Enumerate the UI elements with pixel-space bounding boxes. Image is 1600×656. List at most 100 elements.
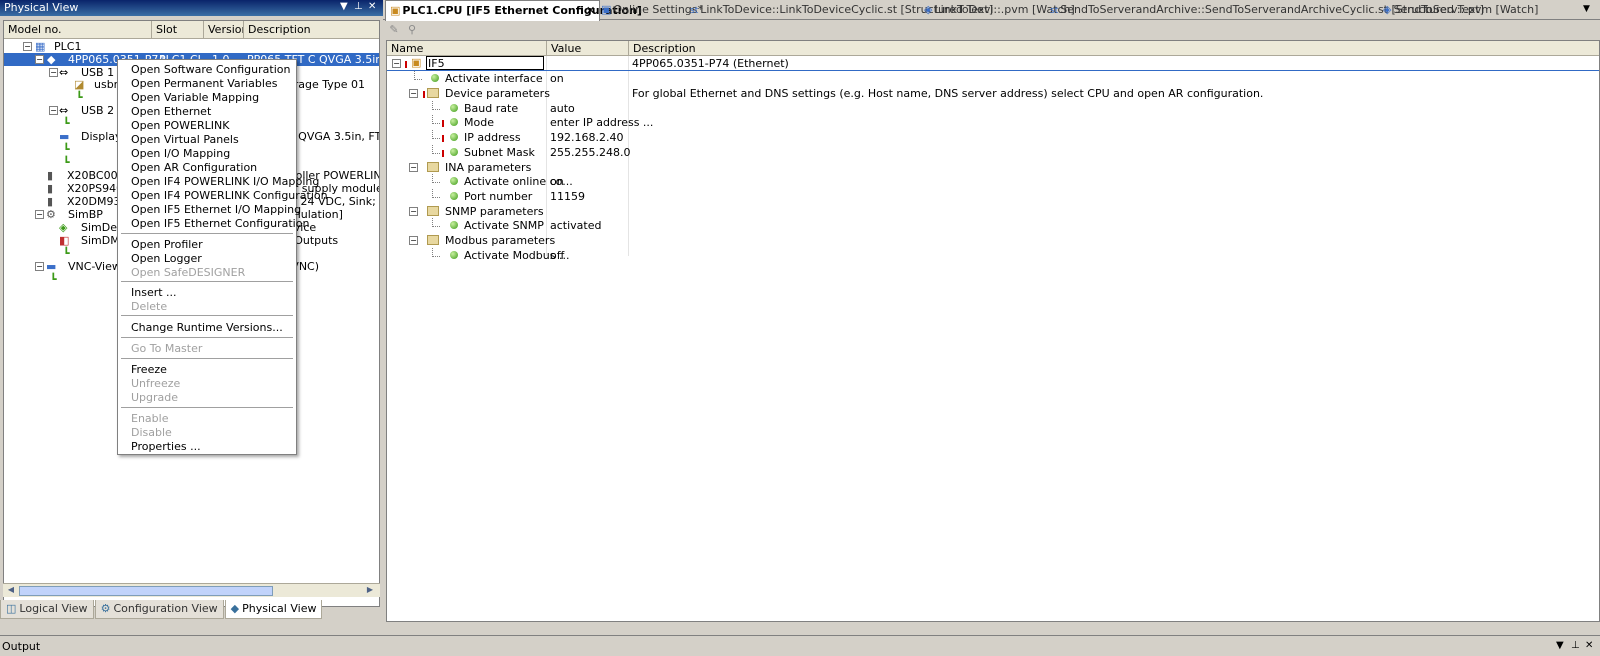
collapse-icon[interactable]: −	[409, 207, 418, 216]
menu-separator	[121, 407, 293, 408]
menu-item-open-permanent-variables[interactable]: Open Permanent Variables	[131, 77, 277, 91]
horizontal-scrollbar[interactable]: ◀ ▶	[3, 583, 380, 597]
connector-icon: ┗	[76, 91, 83, 104]
menu-item-open-virtual-panels[interactable]: Open Virtual Panels	[131, 133, 239, 147]
grid-row-if5[interactable]: − ▣ 4PP065.0351-P74 (Ethernet)	[387, 56, 1599, 71]
cell-value[interactable]: off	[550, 249, 564, 262]
menu-item-change-runtime-versions[interactable]: Change Runtime Versions...	[131, 321, 283, 335]
column-header-description[interactable]: Description	[629, 41, 1599, 56]
grid-row-ina-parameters[interactable]: − INA parameters	[387, 160, 1599, 175]
menu-item-open-powerlink[interactable]: Open POWERLINK	[131, 119, 229, 133]
grid-row-snmp-parameters[interactable]: − SNMP parameters	[387, 204, 1599, 219]
tab-if5-ethernet-configuration[interactable]: ▣ PLC1.CPU [IF5 Ethernet Configuration] ✕	[385, 0, 642, 21]
output-panel-bar[interactable]: Output ▼ ⊥ ✕	[0, 635, 1600, 656]
cell-name: Modbus parameters	[445, 234, 556, 247]
collapse-icon[interactable]: −	[35, 262, 44, 271]
connector-icon: ┗	[63, 247, 70, 260]
menu-item-go-to-master: Go To Master	[131, 342, 203, 355]
scrollbar-thumb[interactable]	[19, 586, 273, 596]
tree-line	[432, 218, 440, 227]
grid-row-baud-rate[interactable]: Baud rate auto	[387, 101, 1599, 116]
grid-row-mode[interactable]: Mode enter IP address ...	[387, 115, 1599, 130]
editor-panel: ▣ PLC1.CPU [IF5 Ethernet Configuration] ✕…	[383, 0, 1600, 635]
tab-list-dropdown-icon[interactable]: ▼	[1583, 4, 1590, 14]
grid-row-activate-modbus[interactable]: Activate Modbus ... off	[387, 248, 1599, 263]
menu-item-open-if5-ethernet-configuration[interactable]: Open IF5 Ethernet Configuration	[131, 217, 309, 231]
grid-row-activate-online[interactable]: Activate online co... on	[387, 174, 1599, 189]
cell-value[interactable]: on	[550, 175, 564, 188]
collapse-icon[interactable]: −	[409, 236, 418, 245]
column-header-description[interactable]: Description	[244, 21, 379, 39]
cell-value[interactable]: 192.168.2.40	[550, 131, 623, 144]
column-header-slot[interactable]: Slot	[152, 21, 204, 39]
dropdown-icon[interactable]: ▼	[1556, 640, 1564, 651]
pin-icon[interactable]: ⊥	[354, 1, 363, 12]
menu-item-open-logger[interactable]: Open Logger	[131, 252, 202, 266]
collapse-icon[interactable]: −	[409, 89, 418, 98]
menu-item-open-if4-powerlink-configuration[interactable]: Open IF4 POWERLINK Configuration	[131, 189, 328, 203]
column-header-name[interactable]: Name	[387, 41, 547, 56]
grid-row-modbus-parameters[interactable]: − Modbus parameters	[387, 233, 1599, 248]
watch-icon: ◈	[1383, 3, 1392, 16]
scroll-left-icon[interactable]: ◀	[4, 585, 18, 597]
menu-item-enable: Enable	[131, 412, 169, 425]
cell-name: Mode	[464, 116, 494, 129]
collapse-icon[interactable]: −	[35, 210, 44, 219]
display-icon: ▬	[59, 130, 70, 143]
module-icon: ▮	[47, 182, 54, 195]
column-header-version[interactable]: Version	[204, 21, 244, 39]
menu-item-open-io-mapping[interactable]: Open I/O Mapping	[131, 147, 230, 161]
grid-row-port-number[interactable]: Port number 11159	[387, 189, 1599, 204]
cell-value[interactable]: enter IP address ...	[550, 116, 653, 129]
cell-value[interactable]: on	[550, 72, 564, 85]
menu-item-open-variable-mapping[interactable]: Open Variable Mapping	[131, 91, 259, 105]
menu-item-open-ar-configuration[interactable]: Open AR Configuration	[131, 161, 257, 175]
menu-item-open-if4-powerlink-io-mapping[interactable]: Open IF4 POWERLINK I/O Mapping	[131, 175, 319, 189]
grid-row-device-parameters[interactable]: − Device parameters For global Ethernet …	[387, 86, 1599, 101]
tree-line	[432, 130, 440, 139]
cell-value[interactable]: activated	[550, 219, 601, 232]
column-header-value[interactable]: Value	[547, 41, 629, 56]
filter-icon[interactable]: ⚲	[405, 23, 419, 37]
grid-row-ip-address[interactable]: IP address 192.168.2.40	[387, 130, 1599, 145]
close-tab-icon[interactable]: ✕	[586, 4, 595, 17]
tab-logical-view[interactable]: ◫ Logical View	[0, 600, 94, 619]
cell-name: INA parameters	[445, 161, 532, 174]
column-header-model[interactable]: Model no.	[4, 21, 152, 39]
menu-item-insert[interactable]: Insert ...	[131, 286, 177, 300]
name-edit-field[interactable]: IF5	[426, 56, 544, 70]
pencil-icon[interactable]: ✎	[387, 23, 401, 37]
menu-item-open-if5-ethernet-io-mapping[interactable]: Open IF5 Ethernet I/O Mapping	[131, 203, 301, 217]
tab-sendtoserv-watch[interactable]: ◈ SendToServ::.pvm [Watch]	[1383, 2, 1538, 20]
grid-row-activate-interface[interactable]: Activate interface on	[387, 71, 1599, 86]
watch-icon: ◈	[924, 3, 933, 16]
menu-separator	[121, 315, 293, 316]
grid-row-subnet-mask[interactable]: Subnet Mask 255.255.248.0	[387, 145, 1599, 160]
menu-item-open-profiler[interactable]: Open Profiler	[131, 238, 203, 252]
collapse-icon[interactable]: −	[35, 55, 44, 64]
close-icon[interactable]: ✕	[368, 1, 376, 12]
menu-item-open-ethernet[interactable]: Open Ethernet	[131, 105, 211, 119]
collapse-icon[interactable]: −	[49, 68, 58, 77]
tree-line	[432, 174, 440, 183]
tree-row-plc1[interactable]: − ▦ PLC1	[4, 40, 379, 53]
cell-value[interactable]: 255.255.248.0	[550, 146, 630, 159]
menu-item-open-software-configuration[interactable]: Open Software Configuration	[131, 63, 290, 77]
scroll-right-icon[interactable]: ▶	[363, 585, 377, 597]
collapse-icon[interactable]: −	[49, 106, 58, 115]
dropdown-icon[interactable]: ▼	[340, 1, 348, 12]
menu-item-properties[interactable]: Properties ...	[131, 440, 201, 454]
collapse-icon[interactable]: −	[409, 163, 418, 172]
cell-value[interactable]: auto	[550, 102, 575, 115]
grid-row-activate-snmp[interactable]: Activate SNMP activated	[387, 218, 1599, 233]
tab-label: Logical View	[19, 602, 88, 615]
menu-item-freeze[interactable]: Freeze	[131, 363, 167, 377]
tab-configuration-view[interactable]: ⚙ Configuration View	[94, 600, 224, 619]
close-icon[interactable]: ✕	[1585, 640, 1593, 651]
collapse-icon[interactable]: −	[392, 59, 401, 68]
tab-online-settings[interactable]: ▣ Online Settings*	[601, 2, 703, 20]
pin-icon[interactable]: ⊥	[1571, 640, 1580, 651]
cell-value[interactable]: 11159	[550, 190, 585, 203]
tab-physical-view[interactable]: ◆ Physical View	[224, 600, 323, 619]
collapse-icon[interactable]: −	[23, 42, 32, 51]
